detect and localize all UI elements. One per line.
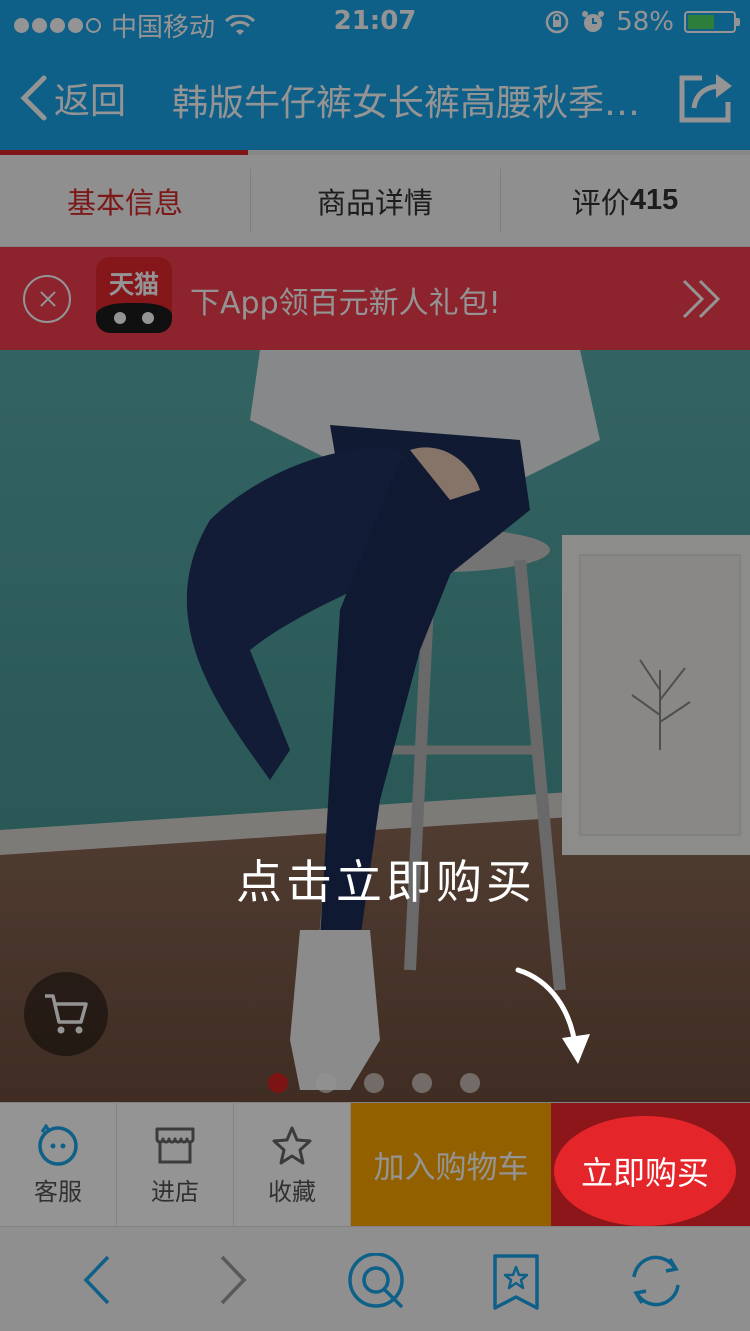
tutorial-hint-text: 点击立即购买 [236, 855, 536, 909]
curved-arrow-icon [515, 967, 590, 1064]
buy-now-highlight[interactable]: 立即购买 [554, 1116, 736, 1226]
